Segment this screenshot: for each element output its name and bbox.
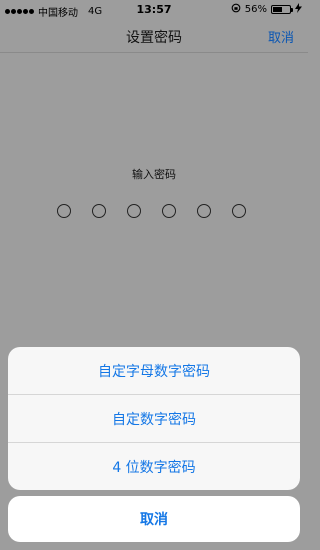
passcode-dot — [162, 204, 176, 218]
passcode-dots — [57, 204, 246, 218]
passcode-dot — [197, 204, 211, 218]
rotation-lock-icon — [231, 3, 241, 16]
status-bar: 中国移动 4G 13:57 56% — [0, 0, 308, 20]
passcode-dot — [127, 204, 141, 218]
option-4-digit-numeric-code[interactable]: 4 位数字密码 — [8, 443, 300, 490]
option-custom-alphanumeric-code[interactable]: 自定字母数字密码 — [8, 347, 300, 395]
passcode-dot — [92, 204, 106, 218]
battery-percent: 56% — [244, 4, 267, 15]
navigation-bar: 设置密码 取消 — [0, 20, 308, 53]
passcode-prompt: 输入密码 — [132, 168, 176, 181]
passcode-dot — [232, 204, 246, 218]
nav-cancel-button[interactable]: 取消 — [268, 27, 294, 46]
action-sheet: 自定字母数字密码 自定数字密码 4 位数字密码 — [8, 347, 300, 490]
battery-icon — [271, 5, 293, 14]
status-right: 56% — [231, 3, 302, 16]
passcode-dot — [57, 204, 71, 218]
charging-icon — [295, 3, 302, 16]
action-sheet-cancel-button[interactable]: 取消 — [8, 496, 300, 542]
option-custom-numeric-code[interactable]: 自定数字密码 — [8, 395, 300, 443]
page-title: 设置密码 — [126, 30, 182, 46]
